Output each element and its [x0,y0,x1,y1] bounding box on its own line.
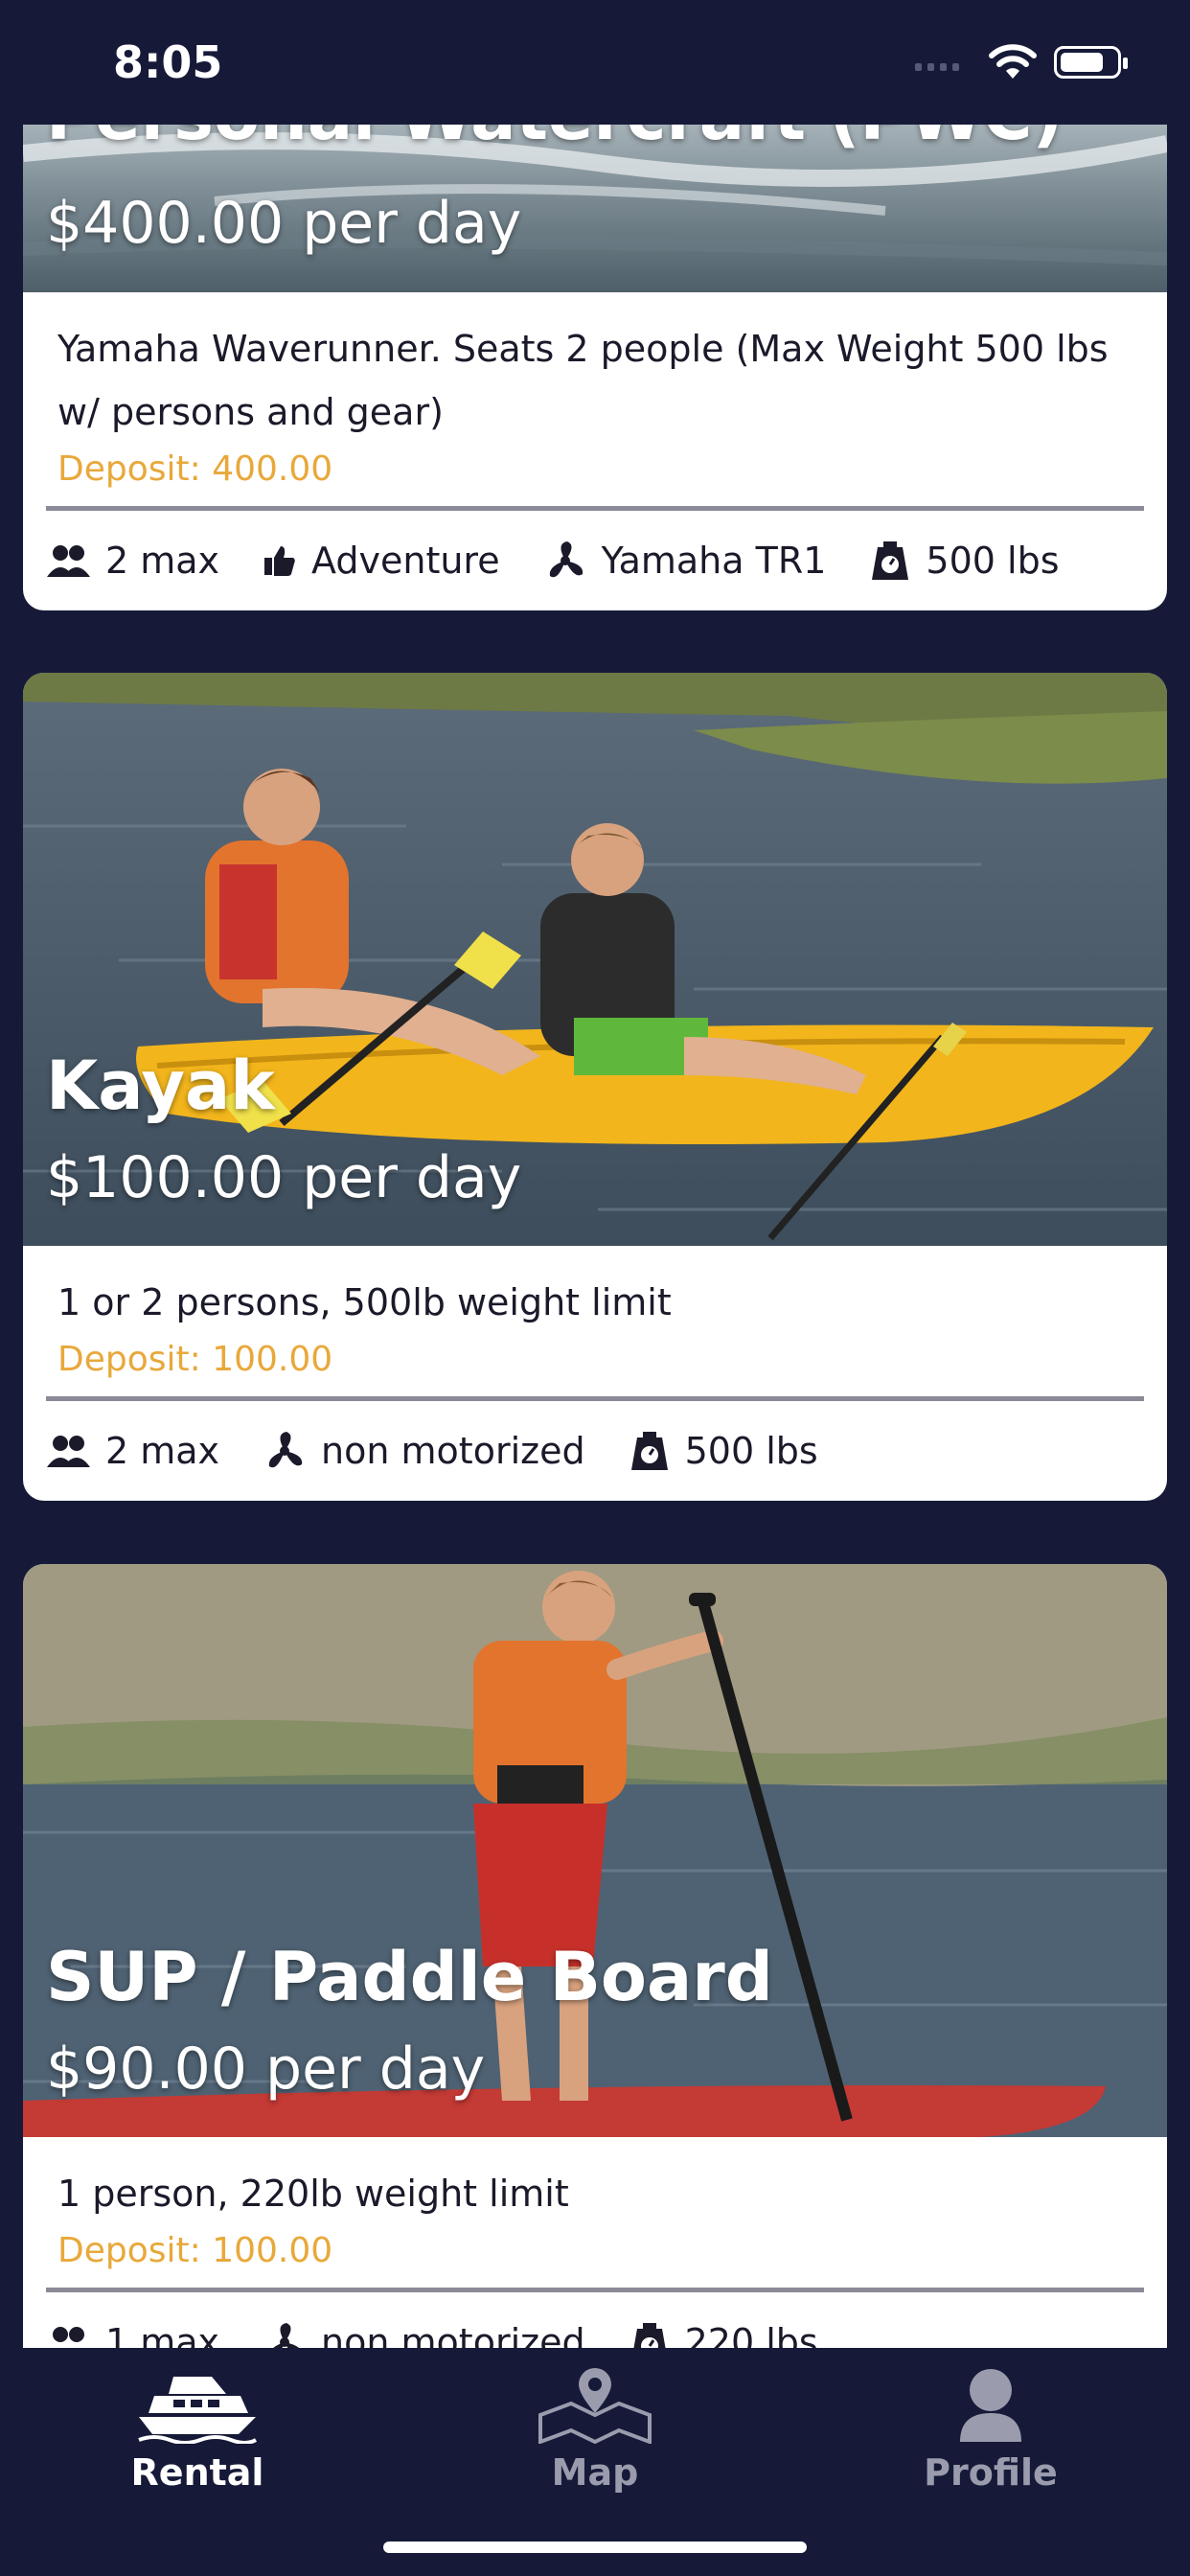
spec-capacity: 2 max [46,1430,219,1472]
rental-photo-pwc: Personal Watercraft (PWC) $400.00 per da… [23,125,1167,292]
weight-scale-icon [633,2323,666,2348]
rental-price: $100.00 per day [46,1144,522,1211]
rental-card-kayak[interactable]: Kayak $100.00 per day 1 or 2 persons, 50… [23,673,1167,1501]
rental-title: Kayak [46,1046,275,1125]
spec-capacity: 1 max [46,2321,219,2348]
rental-price: $90.00 per day [46,2036,486,2103]
tab-rental[interactable]: Rental [92,2367,303,2494]
spec-engine: non motorized [263,1430,585,1472]
rental-description: Yamaha Waverunner. Seats 2 people (Max W… [57,328,1109,433]
spec-weight: 500 lbs [629,1430,818,1472]
map-pin-icon [538,2368,652,2445]
battery-icon [1054,46,1128,79]
weight-scale-icon [630,1432,668,1470]
propeller-icon [268,1432,303,1468]
weight-scale-icon [872,541,909,580]
rental-specs: 1 max non motorized 220 lbs [23,2292,1167,2348]
user-icon [960,2369,1021,2442]
spec-engine: non motorized [263,2321,585,2348]
rental-photo-kayak: Kayak $100.00 per day [23,673,1167,1246]
thumbs-up-icon [264,546,295,576]
spec-capacity: 2 max [46,540,219,582]
rental-price: $400.00 per day [46,190,522,257]
tab-label: Rental [130,2451,264,2494]
status-bar: 8:05 [0,0,1190,125]
status-time: 8:05 [113,36,223,88]
tab-label: Profile [924,2451,1058,2494]
users-icon [47,1436,90,1467]
home-indicator[interactable] [383,2542,807,2553]
rental-photo-sup: SUP / Paddle Board $90.00 per day [23,1564,1167,2137]
rental-deposit: Deposit: 100.00 [57,1340,333,1379]
rental-deposit: Deposit: 100.00 [57,2231,333,2270]
rental-specs: 2 max Adventure Yamaha TR1 500 lbs [23,511,1167,610]
users-icon [47,545,90,577]
tab-profile[interactable]: Profile [885,2367,1096,2494]
wifi-icon [989,44,1037,79]
rental-card-sup[interactable]: SUP / Paddle Board $90.00 per day 1 pers… [23,1564,1167,2348]
cellular-signal-icon [915,63,959,71]
rental-title: Personal Watercraft (PWC) [46,125,1063,155]
tab-map[interactable]: Map [490,2367,700,2494]
spec-weight: 500 lbs [870,540,1060,582]
rental-title: SUP / Paddle Board [46,1938,773,2016]
propeller-icon [273,2323,300,2348]
propeller-icon [549,541,583,578]
users-icon [53,2327,84,2342]
yacht-icon [138,2377,258,2445]
rental-description: 1 or 2 persons, 500lb weight limit [57,1281,672,1323]
rental-specs: 2 max non motorized 500 lbs [23,1401,1167,1501]
rental-description: 1 person, 220lb weight limit [57,2173,569,2215]
spec-weight: 220 lbs [629,2321,818,2348]
rental-deposit: Deposit: 400.00 [57,449,333,489]
spec-engine: Yamaha TR1 [544,540,826,582]
rental-card-pwc[interactable]: Personal Watercraft (PWC) $400.00 per da… [23,125,1167,610]
rental-list[interactable]: Personal Watercraft (PWC) $400.00 per da… [0,125,1190,2348]
tab-label: Map [551,2451,639,2494]
spec-category: Adventure [263,540,500,582]
